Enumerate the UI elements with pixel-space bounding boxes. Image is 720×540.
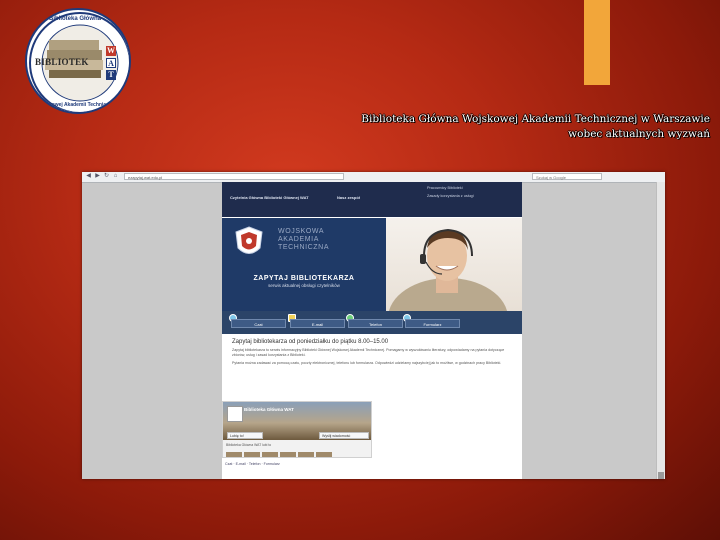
hero-title-line2: AKADEMIA <box>278 236 319 243</box>
phone-button[interactable]: Telefon <box>348 319 403 328</box>
facebook-message-button[interactable]: Wyślij wiadomość <box>319 432 369 439</box>
slide-title: Biblioteka Główna Wojskowej Akademii Tec… <box>361 112 710 142</box>
forward-icon[interactable]: ▶ <box>94 173 101 180</box>
logo-ring-bottom: Wojskowej Akademii Technicznej <box>37 102 116 108</box>
web-page: Czytelnia Główna Biblioteki Głównej WAT … <box>222 182 522 479</box>
hero-photo-librarian <box>386 218 522 311</box>
logo-letter-a: A <box>106 58 116 68</box>
nav-link-czytelnia[interactable]: Czytelnia Główna Biblioteki Głównej WAT <box>230 195 309 200</box>
chat-button[interactable]: Czat <box>231 319 286 328</box>
facebook-fan-thumbnails <box>226 448 334 457</box>
side-link-zasady[interactable]: Zasady korzystania z usługi <box>427 194 474 198</box>
scrollbar-thumb[interactable] <box>658 472 664 479</box>
facebook-widget: Biblioteka Główna WAT Lubię to! Wyślij w… <box>222 401 372 458</box>
reload-icon[interactable]: ↻ <box>103 173 110 180</box>
form-button[interactable]: Formularz <box>405 319 460 328</box>
hero-title-line1: WOJSKOWA <box>278 228 325 235</box>
hero-title-line3: TECHNICZNA <box>278 244 330 251</box>
logo-word: BIBLIOTEK <box>35 57 89 67</box>
facebook-avatar[interactable] <box>227 406 243 422</box>
logo-letter-t: T <box>106 70 116 80</box>
side-link-pracownicy[interactable]: Pracownicy Biblioteki <box>427 186 463 190</box>
accent-bar <box>584 0 610 85</box>
browser-screenshot: ◀ ▶ ↻ ⌂ ezapytaj.wat.edu.pl Szukaj w Goo… <box>82 172 665 479</box>
slide-title-line1: Biblioteka Główna Wojskowej Akademii Tec… <box>361 113 710 125</box>
main-content: Zapytaj bibliotekarza od poniedziałku do… <box>232 339 514 367</box>
content-paragraph-1: Zapytaj bibliotekarza to serwis informac… <box>232 348 505 358</box>
hero-left-panel: WOJSKOWA AKADEMIA TECHNICZNA ZAPYTAJ BIB… <box>222 218 386 311</box>
facebook-like-button[interactable]: Lubię to! <box>227 432 263 439</box>
nav-link-zespol[interactable]: Nasz zespół <box>337 195 360 200</box>
librarian-photo <box>388 228 508 311</box>
hero-banner: WOJSKOWA AKADEMIA TECHNICZNA ZAPYTAJ BIB… <box>222 218 522 311</box>
logo-letter-w: W <box>106 46 116 56</box>
hero-caption: ZAPYTAJ BIBLIOTEKARZA serwis aktualnej o… <box>222 275 386 288</box>
content-heading: Zapytaj bibliotekarza od poniedziałku do… <box>232 339 389 345</box>
library-logo: Biblioteka Główna Wojskowej Akademii Tec… <box>25 8 131 114</box>
facebook-page-name[interactable]: Biblioteka Główna WAT <box>244 407 294 412</box>
contact-button-bar: Czat E-mail Telefon Formularz <box>222 311 522 334</box>
content-paragraph-2: Pytania można zadawać za pomocą czatu, p… <box>232 361 502 366</box>
site-top-nav: Czytelnia Główna Biblioteki Głównej WAT … <box>222 182 522 217</box>
logo-ring-top: Biblioteka Główna <box>49 16 102 22</box>
page-footer-links[interactable]: Czat · E-mail · Telefon · Formularz <box>225 462 280 466</box>
hero-caption-subtitle: serwis aktualnej obsługi czytelników <box>268 283 340 288</box>
email-button[interactable]: E-mail <box>290 319 345 328</box>
facebook-footer-text: Biblioteka Główna WAT lubi to <box>226 443 272 447</box>
hero-wat-name: WOJSKOWA AKADEMIA TECHNICZNA <box>278 228 329 252</box>
wat-emblem-icon <box>235 226 263 254</box>
back-icon[interactable]: ◀ <box>85 173 92 180</box>
slide-title-line2: wobec aktualnych wyzwań <box>568 128 710 140</box>
address-bar[interactable]: ezapytaj.wat.edu.pl <box>124 173 344 180</box>
browser-search-box[interactable]: Szukaj w Google <box>532 173 602 180</box>
hero-caption-title: ZAPYTAJ BIBLIOTEKARZA <box>253 275 355 282</box>
home-icon[interactable]: ⌂ <box>112 173 119 180</box>
browser-scrollbar[interactable] <box>656 182 665 479</box>
